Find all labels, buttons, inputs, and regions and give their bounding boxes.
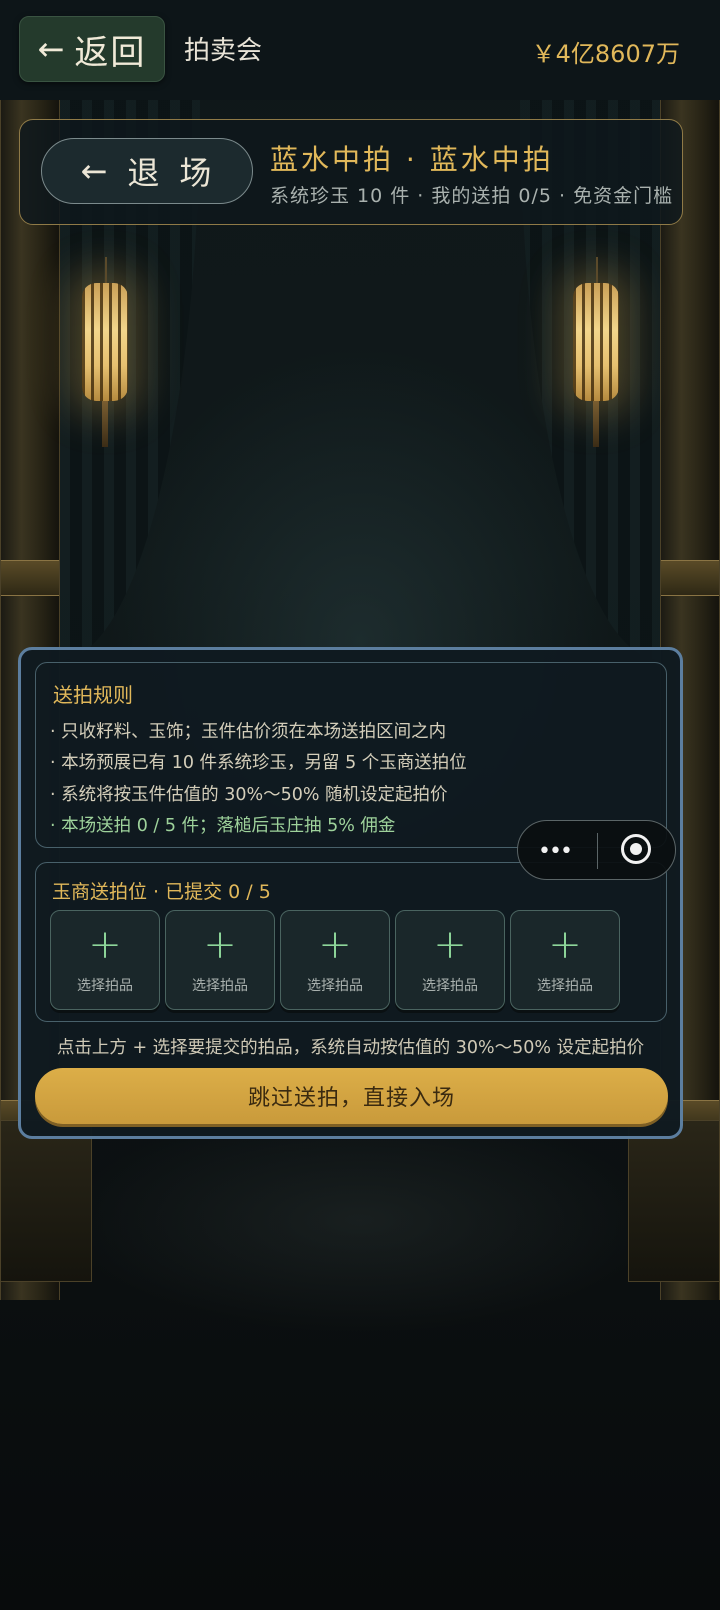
consignment-slot[interactable]: + 选择拍品 [50,910,160,1010]
auction-header-card: ← 退场 蓝水中拍 · 蓝水中拍 系统珍玉 10 件 · 我的送拍 0/5 · … [19,119,683,225]
rule-item: · 系统将按玉件估值的 30%～50% 随机设定起拍价 [50,785,448,805]
lantern-right [573,257,619,447]
slot-label: 选择拍品 [77,978,133,994]
stage-floor [0,1140,720,1610]
slot-label: 选择拍品 [192,978,248,994]
skip-consignment-button[interactable]: 跳过送拍，直接入场 [35,1068,668,1124]
slot-label: 选择拍品 [422,978,478,994]
plus-icon: + [318,922,352,968]
funds-balance: ￥4亿8607万 [531,40,680,68]
exit-button-label: 退场 [127,154,232,192]
rule-item: · 本场预展已有 10 件系统珍玉，另留 5 个玉商送拍位 [50,753,467,773]
page-title: 拍卖会 [184,36,263,66]
pillar-base-left [0,1120,92,1282]
consignment-hint: 点击上方 + 选择要提交的拍品，系统自动按估值的 30%～50% 设定起拍价 [56,1038,645,1058]
back-arrow-icon: ← [37,30,67,68]
slots-title: 玉商送拍位 · 已提交 0 / 5 [52,881,271,903]
pillar-band [661,560,719,596]
slot-label: 选择拍品 [537,978,593,994]
slot-label: 选择拍品 [307,978,363,994]
close-miniprogram-icon[interactable] [621,834,651,864]
consignment-dialog: 送拍规则 · 只收籽料、玉饰；玉件估价须在本场送拍区间之内 · 本场预展已有 1… [18,647,683,1139]
back-button[interactable]: ← 返回 [19,16,165,82]
exit-arrow-icon: ← [80,152,128,190]
auction-hall-name: 蓝水中拍 · 蓝水中拍 [270,143,554,176]
rule-item-status: · 本场送拍 0 / 5 件；落槌后玉庄抽 5% 佣金 [50,816,396,836]
rule-item: · 只收籽料、玉饰；玉件估价须在本场送拍区间之内 [50,722,447,742]
back-button-label: 返回 [74,32,147,73]
plus-icon: + [203,922,237,968]
plus-icon: + [88,922,122,968]
consignment-slot[interactable]: + 选择拍品 [395,910,505,1010]
capsule-divider [597,833,598,869]
pillar-band [1,560,59,596]
auction-hall-meta: 系统珍玉 10 件 · 我的送拍 0/5 · 免资金门槛 [270,185,674,207]
consignment-slot[interactable]: + 选择拍品 [510,910,620,1010]
lantern-left [82,257,128,447]
more-options-icon[interactable]: ••• [538,839,573,864]
exit-button[interactable]: ← 退场 [41,138,253,204]
consignment-slot[interactable]: + 选择拍品 [165,910,275,1010]
top-bar: ← 返回 拍卖会 ￥4亿8607万 [0,0,720,100]
consignment-slots-panel: 玉商送拍位 · 已提交 0 / 5 + 选择拍品 + 选择拍品 + 选择拍品 +… [35,862,667,1022]
miniprogram-capsule: ••• [517,820,676,880]
rules-title: 送拍规则 [53,683,133,707]
plus-icon: + [548,922,582,968]
plus-icon: + [433,922,467,968]
consignment-slot[interactable]: + 选择拍品 [280,910,390,1010]
pillar-base-right [628,1120,720,1282]
